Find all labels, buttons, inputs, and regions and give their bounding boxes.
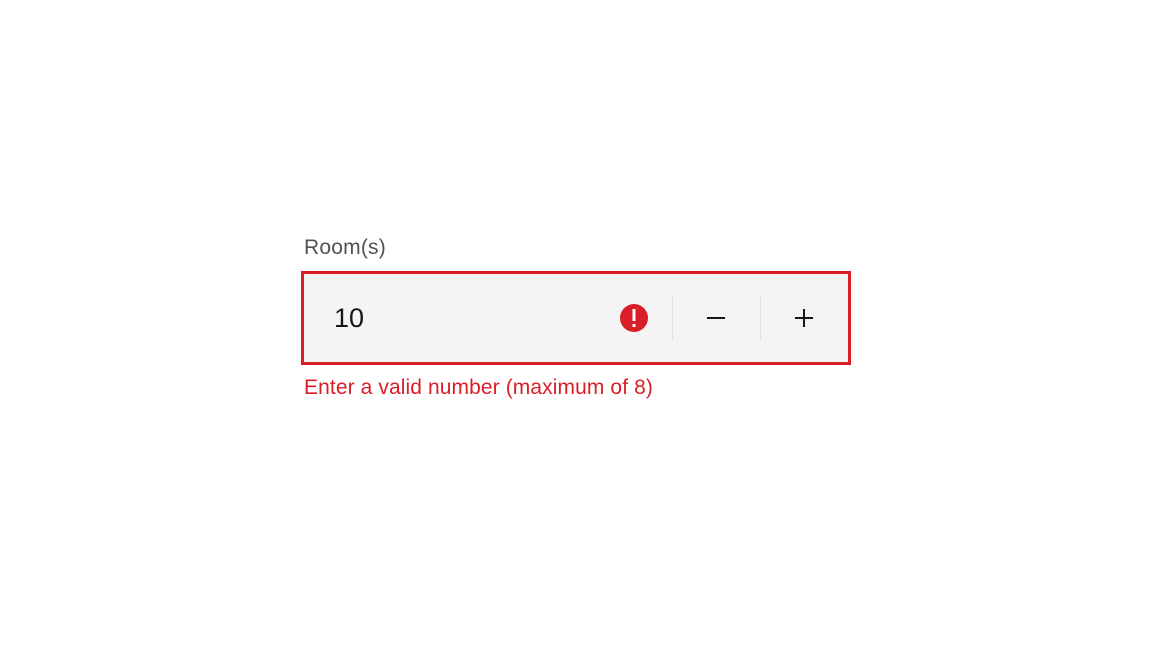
minus-icon [702, 304, 730, 332]
error-icon [620, 304, 648, 332]
error-message: Enter a valid number (maximum of 8) [304, 376, 848, 400]
plus-icon [790, 304, 818, 332]
decrement-button[interactable] [672, 274, 760, 362]
number-stepper-group: Room(s) Enter a valid number (maximum of… [304, 236, 848, 400]
stepper-label: Room(s) [304, 236, 848, 260]
number-stepper [304, 274, 848, 362]
increment-button[interactable] [760, 274, 848, 362]
stepper-input-wrap [304, 274, 672, 362]
